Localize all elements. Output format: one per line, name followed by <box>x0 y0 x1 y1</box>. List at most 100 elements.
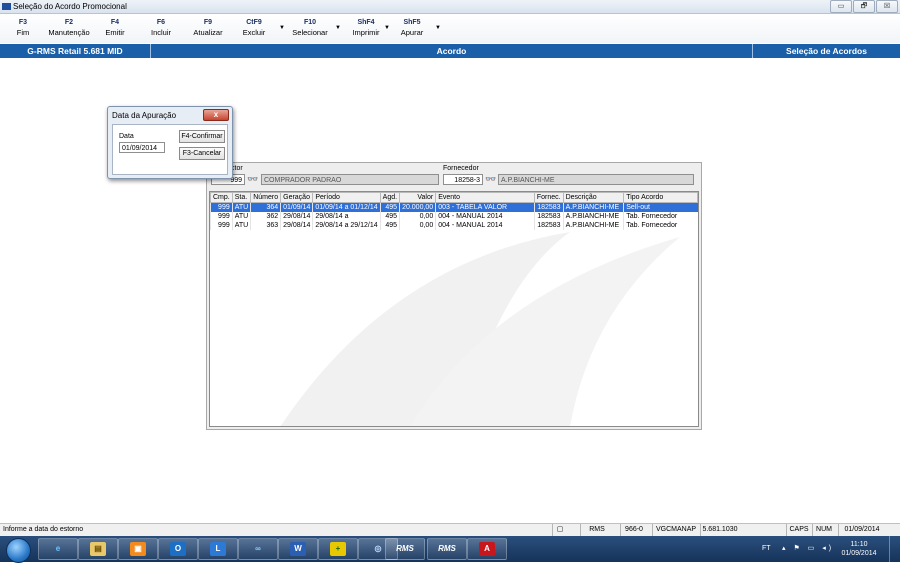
selecionar-key: F10 <box>303 19 317 26</box>
selecionar-label: Selecionar <box>292 28 328 37</box>
excluir-dropdown-icon[interactable]: ▼ <box>279 25 285 31</box>
col-valor[interactable]: Valor <box>399 192 437 203</box>
screen-title: Seleção de Acordos <box>786 46 867 56</box>
cell-periodo: 29/08/14 a 29/12/14 <box>312 221 381 230</box>
cell-valor: 0,00 <box>399 212 436 221</box>
status-code: 966-0 <box>620 524 647 536</box>
incluir-label: Incluir <box>150 28 171 37</box>
col-fornec[interactable]: Fornec. <box>533 192 564 203</box>
incluir-button[interactable]: F6 Incluir <box>139 18 183 38</box>
dialog-close-button[interactable]: x <box>203 109 229 121</box>
cell-valor: 20.000,00 <box>399 202 436 212</box>
cell-sta: ATU <box>231 212 251 221</box>
clock-date: 01/09/2014 <box>841 550 877 557</box>
lync-icon[interactable]: L <box>198 538 238 560</box>
table-header-row: Cmp. Sta. Número Geração Período Agd. Va… <box>210 192 698 203</box>
minimize-button[interactable]: ▭ <box>830 0 852 13</box>
fim-button[interactable]: F3 Fim <box>1 18 45 38</box>
table-row[interactable]: 999 ATU 362 29/08/14 29/08/14 a 495 0,00… <box>210 212 698 221</box>
cell-tipo-acordo: Sell-out <box>623 202 698 212</box>
cell-geracao: 29/08/14 <box>280 212 313 221</box>
cell-numero: 363 <box>250 221 281 230</box>
acordos-grid[interactable]: Cmp. Sta. Número Geração Período Agd. Va… <box>209 191 699 427</box>
confirm-button[interactable]: F4-Confirmar <box>179 130 225 143</box>
atualizar-key: F9 <box>203 19 213 26</box>
excluir-button[interactable]: CtF9 Excluir <box>232 18 276 38</box>
cell-fornec: 182583 <box>533 221 564 230</box>
restore-button[interactable]: 🗗 <box>853 0 875 13</box>
comprador-name-field: COMPRADOR PADRAO <box>261 174 439 185</box>
cell-descricao: A.P.BIANCHI-ME <box>562 221 624 230</box>
selecionar-dropdown-icon[interactable]: ▼ <box>335 25 341 31</box>
explorer-icon[interactable]: ▤ <box>78 538 118 560</box>
status-message: Informe a data do estorno <box>3 526 84 533</box>
acordos-table: Cmp. Sta. Número Geração Período Agd. Va… <box>210 192 698 230</box>
col-agd[interactable]: Agd. <box>379 192 401 203</box>
col-numero[interactable]: Número <box>250 192 282 203</box>
cell-agd: 495 <box>379 212 400 221</box>
system-version: G-RMS Retail 5.681 MID <box>0 44 151 58</box>
manutencao-button[interactable]: F2 Manutenção <box>47 18 91 38</box>
status-system: RMS <box>580 524 613 536</box>
ie-icon[interactable]: e <box>38 538 78 560</box>
selection-panel: ctor 999 👓 COMPRADOR PADRAO Fornecedor 1… <box>206 162 702 430</box>
language-indicator[interactable]: FT <box>762 545 771 552</box>
excluir-key: CtF9 <box>246 19 262 26</box>
pdf-reader-icon[interactable]: A <box>467 538 507 560</box>
emitir-button[interactable]: F4 Emitir <box>93 18 137 38</box>
emitir-label: Emitir <box>105 28 125 37</box>
cancel-button[interactable]: F3-Cancelar <box>179 147 225 160</box>
fornecedor-name-field: A.P.BIANCHI-ME <box>498 174 694 185</box>
fornecedor-search-icon[interactable]: 👓 <box>485 174 496 185</box>
cell-descricao: A.P.BIANCHI-ME <box>562 202 624 212</box>
medical-app-icon[interactable]: + <box>318 538 358 560</box>
col-geracao[interactable]: Geração <box>280 192 314 203</box>
show-desktop-button[interactable] <box>889 536 900 562</box>
word-icon[interactable]: W <box>278 538 318 560</box>
comprador-search-icon[interactable]: 👓 <box>247 174 258 185</box>
infinity-app-icon[interactable]: ∞ <box>238 538 278 560</box>
apurar-dropdown-icon[interactable]: ▼ <box>435 25 441 31</box>
watermark-logo-icon <box>280 232 680 426</box>
apurar-key: ShF5 <box>403 19 421 26</box>
atualizar-button[interactable]: F9 Atualizar <box>186 18 230 38</box>
col-tipo-acordo[interactable]: Tipo Acordo <box>623 192 698 203</box>
apurar-button[interactable]: ShF5 Apurar <box>390 18 434 38</box>
rms-app-icon[interactable]: RMS <box>427 538 467 560</box>
cell-agd: 495 <box>379 202 400 212</box>
col-descricao[interactable]: Descrição <box>562 192 625 203</box>
cell-periodo: 29/08/14 a <box>312 212 381 221</box>
col-cmp[interactable]: Cmp. <box>210 192 233 203</box>
fornecedor-code-input[interactable]: 18258-3 <box>443 174 483 185</box>
media-player-icon[interactable]: ▣ <box>118 538 158 560</box>
status-caps: CAPS <box>786 524 811 536</box>
imprimir-label: Imprimir <box>352 28 380 37</box>
fim-key: F3 <box>18 19 28 26</box>
cell-evento: 004 - MANUAL 2014 <box>435 212 535 221</box>
status-bar: Informe a data do estorno ▢ RMS 966-0 VG… <box>0 523 900 536</box>
outlook-icon[interactable]: O <box>158 538 198 560</box>
status-num: NUM <box>812 524 835 536</box>
tray-icons[interactable]: ▴ ⚑ ▭ ◂) <box>782 544 834 552</box>
rms-app-icon[interactable]: RMS <box>385 538 425 560</box>
col-evento[interactable]: Evento <box>435 192 535 203</box>
cell-valor: 0,00 <box>399 221 436 230</box>
col-sta[interactable]: Sta. <box>231 192 252 203</box>
module-title: Acordo <box>151 44 753 58</box>
date-label: Data <box>119 133 134 140</box>
close-window-button[interactable]: ☒ <box>876 0 898 13</box>
taskbar: e ▤ ▣ O L ∞ W + ◎ RMS RMS A FT ▴ ⚑ ▭ ◂) … <box>0 536 900 563</box>
cell-numero: 364 <box>250 202 281 212</box>
selecionar-button[interactable]: F10 Selecionar <box>288 18 332 38</box>
imprimir-key: ShF4 <box>357 19 375 26</box>
start-button[interactable] <box>6 538 31 563</box>
clock[interactable]: 11:10 01/09/2014 <box>838 540 880 558</box>
data-apuracao-dialog: Data da Apuração x Data 01/09/2014 F4-Co… <box>107 106 233 179</box>
table-row[interactable]: 999 ATU 363 29/08/14 29/08/14 a 29/12/14… <box>210 221 698 230</box>
col-periodo[interactable]: Período <box>312 192 381 203</box>
cell-fornec: 182583 <box>533 202 564 212</box>
date-input[interactable]: 01/09/2014 <box>119 142 165 153</box>
table-row[interactable]: 999 ATU 364 01/09/14 01/09/14 a 01/12/14… <box>210 202 698 212</box>
cell-periodo: 01/09/14 a 01/12/14 <box>312 202 381 212</box>
imprimir-button[interactable]: ShF4 Imprimir <box>344 18 388 38</box>
